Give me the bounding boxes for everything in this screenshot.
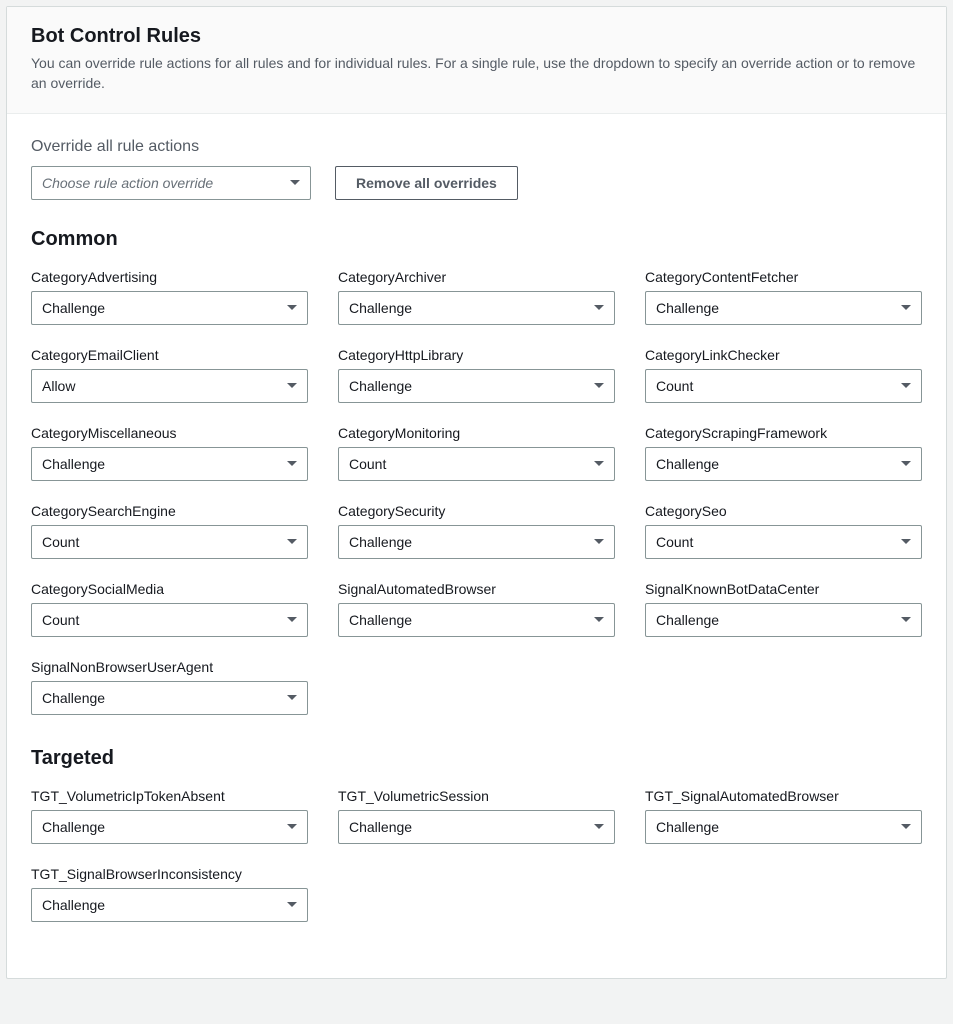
rule-label: CategoryContentFetcher xyxy=(645,269,922,285)
rule-label: SignalAutomatedBrowser xyxy=(338,581,615,597)
rule-label: CategoryEmailClient xyxy=(31,347,308,363)
remove-all-overrides-button[interactable]: Remove all overrides xyxy=(335,166,518,200)
rule-label: TGT_VolumetricSession xyxy=(338,788,615,804)
rule-label: TGT_SignalBrowserInconsistency xyxy=(31,866,308,882)
panel-description: You can override rule actions for all ru… xyxy=(31,54,922,93)
rule-cell: CategoryContentFetcher Challenge xyxy=(645,269,922,325)
rule-action-select[interactable]: Challenge xyxy=(645,603,922,637)
rule-action-select[interactable]: Count xyxy=(338,447,615,481)
rule-label: CategoryScrapingFramework xyxy=(645,425,922,441)
rule-label: CategorySocialMedia xyxy=(31,581,308,597)
rule-label: CategorySecurity xyxy=(338,503,615,519)
panel-body: Override all rule actions Choose rule ac… xyxy=(7,114,946,978)
rule-action-select-value: Count xyxy=(31,525,308,559)
rule-action-select[interactable]: Challenge xyxy=(338,603,615,637)
rule-cell: TGT_SignalBrowserInconsistency Challenge xyxy=(31,866,308,922)
rule-cell: CategoryAdvertising Challenge xyxy=(31,269,308,325)
rule-cell: CategorySocialMedia Count xyxy=(31,581,308,637)
rule-action-select[interactable]: Challenge xyxy=(645,447,922,481)
rule-action-select-value: Challenge xyxy=(31,291,308,325)
rule-cell: CategorySearchEngine Count xyxy=(31,503,308,559)
rule-cell: CategoryScrapingFramework Challenge xyxy=(645,425,922,481)
rule-cell: TGT_VolumetricSession Challenge xyxy=(338,788,615,844)
rule-cell: SignalNonBrowserUserAgent Challenge xyxy=(31,659,308,715)
rule-cell: TGT_SignalAutomatedBrowser Challenge xyxy=(645,788,922,844)
rule-action-select[interactable]: Count xyxy=(31,603,308,637)
rule-label: CategoryArchiver xyxy=(338,269,615,285)
rule-action-select-value: Count xyxy=(338,447,615,481)
rule-action-select-value: Challenge xyxy=(338,369,615,403)
rule-label: CategoryMiscellaneous xyxy=(31,425,308,441)
rule-action-select-value: Challenge xyxy=(31,888,308,922)
bot-control-panel: Bot Control Rules You can override rule … xyxy=(6,6,947,979)
rule-label: SignalKnownBotDataCenter xyxy=(645,581,922,597)
rule-cell: TGT_VolumetricIpTokenAbsent Challenge xyxy=(31,788,308,844)
rule-action-select-value: Allow xyxy=(31,369,308,403)
rule-action-select-value: Challenge xyxy=(31,810,308,844)
rule-action-select[interactable]: Count xyxy=(645,525,922,559)
rule-action-select-value: Challenge xyxy=(31,681,308,715)
rule-action-select[interactable]: Challenge xyxy=(31,810,308,844)
rule-action-select-value: Count xyxy=(31,603,308,637)
rule-label: CategoryMonitoring xyxy=(338,425,615,441)
override-action-select-value: Choose rule action override xyxy=(31,166,311,200)
rule-action-select[interactable]: Allow xyxy=(31,369,308,403)
rule-action-select[interactable]: Challenge xyxy=(31,681,308,715)
rule-cell: CategoryMonitoring Count xyxy=(338,425,615,481)
rule-action-select[interactable]: Challenge xyxy=(338,525,615,559)
rule-action-select-value: Challenge xyxy=(645,603,922,637)
rule-cell: SignalAutomatedBrowser Challenge xyxy=(338,581,615,637)
rule-action-select-value: Challenge xyxy=(31,447,308,481)
group-title: Targeted xyxy=(31,747,922,770)
rule-action-select-value: Challenge xyxy=(338,810,615,844)
group-title: Common xyxy=(31,228,922,251)
rule-cell: CategorySecurity Challenge xyxy=(338,503,615,559)
rule-label: TGT_SignalAutomatedBrowser xyxy=(645,788,922,804)
rule-action-select[interactable]: Challenge xyxy=(338,810,615,844)
rule-action-select[interactable]: Challenge xyxy=(31,291,308,325)
rule-action-select-value: Challenge xyxy=(338,291,615,325)
rules-grid: CategoryAdvertisingChallengeCategoryArch… xyxy=(31,269,922,715)
override-section-label: Override all rule actions xyxy=(31,138,922,156)
rule-action-select-value: Count xyxy=(645,525,922,559)
rule-cell: CategoryMiscellaneous Challenge xyxy=(31,425,308,481)
rule-action-select-value: Challenge xyxy=(338,603,615,637)
rule-cell: CategorySeo Count xyxy=(645,503,922,559)
rule-label: CategoryLinkChecker xyxy=(645,347,922,363)
rule-cell: CategoryArchiver Challenge xyxy=(338,269,615,325)
rule-label: CategorySeo xyxy=(645,503,922,519)
rule-action-select[interactable]: Count xyxy=(645,369,922,403)
rule-action-select-value: Challenge xyxy=(645,291,922,325)
rule-action-select[interactable]: Challenge xyxy=(338,291,615,325)
rule-label: TGT_VolumetricIpTokenAbsent xyxy=(31,788,308,804)
rule-action-select[interactable]: Count xyxy=(31,525,308,559)
rule-action-select-value: Challenge xyxy=(645,447,922,481)
rule-action-select[interactable]: Challenge xyxy=(31,888,308,922)
rule-label: CategoryHttpLibrary xyxy=(338,347,615,363)
rule-label: CategorySearchEngine xyxy=(31,503,308,519)
panel-header: Bot Control Rules You can override rule … xyxy=(7,7,946,114)
rule-action-select-value: Challenge xyxy=(645,810,922,844)
rule-label: SignalNonBrowserUserAgent xyxy=(31,659,308,675)
rule-action-select-value: Challenge xyxy=(338,525,615,559)
rule-action-select[interactable]: Challenge xyxy=(645,291,922,325)
rules-grid: TGT_VolumetricIpTokenAbsentChallengeTGT_… xyxy=(31,788,922,922)
rule-cell: CategoryLinkChecker Count xyxy=(645,347,922,403)
rule-action-select[interactable]: Challenge xyxy=(31,447,308,481)
rule-cell: SignalKnownBotDataCenter Challenge xyxy=(645,581,922,637)
panel-title: Bot Control Rules xyxy=(31,25,922,48)
rule-action-select[interactable]: Challenge xyxy=(645,810,922,844)
rule-label: CategoryAdvertising xyxy=(31,269,308,285)
override-action-select[interactable]: Choose rule action override xyxy=(31,166,311,200)
rule-action-select[interactable]: Challenge xyxy=(338,369,615,403)
rule-cell: CategoryEmailClient Allow xyxy=(31,347,308,403)
rule-cell: CategoryHttpLibrary Challenge xyxy=(338,347,615,403)
rule-action-select-value: Count xyxy=(645,369,922,403)
override-row: Choose rule action override Remove all o… xyxy=(31,166,922,200)
